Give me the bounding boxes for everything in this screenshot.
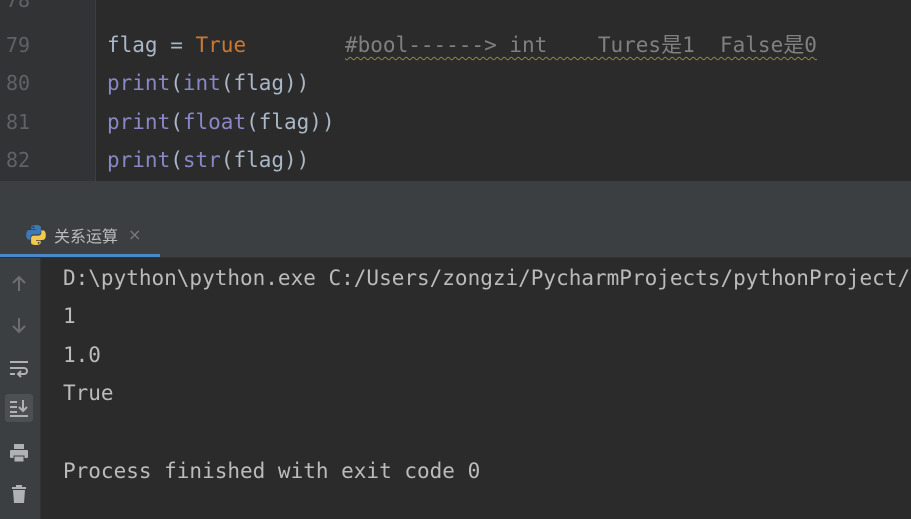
code-token-paren: ( [170, 148, 183, 172]
up-arrow-icon[interactable] [5, 270, 33, 298]
code-token-builtin: print [107, 110, 171, 134]
line-number: 79 [6, 33, 31, 57]
tab-label: 关系运算 [54, 226, 119, 246]
scroll-to-end-icon[interactable] [5, 394, 33, 422]
print-icon[interactable] [5, 439, 33, 467]
code-token-builtin: print [107, 148, 171, 172]
code-line-81[interactable]: print(float(flag)) [107, 103, 335, 141]
console-line: Process finished with exit code 0 [63, 459, 481, 483]
line-number: 81 [6, 110, 31, 134]
code-token-paren: ( [170, 71, 183, 95]
console-output[interactable]: D:\python\python.exe C:/Users/zongzi/Pyc… [41, 258, 911, 519]
code-line-79[interactable]: flag = True #bool------> int Tures是1 Fals… [107, 26, 817, 64]
code-token-args: (flag)) [220, 148, 310, 172]
code-token-paren: ( [170, 110, 183, 134]
code-token-builtin: print [107, 71, 171, 95]
trash-icon[interactable] [5, 480, 33, 508]
down-arrow-icon[interactable] [5, 311, 33, 339]
console-line: D:\python\python.exe C:/Users/zongzi/Pyc… [63, 266, 911, 290]
console-line: 1 [63, 304, 76, 328]
python-icon [24, 223, 48, 247]
code-token-builtin: str [182, 148, 221, 172]
code-token-keyword: True [195, 33, 247, 57]
soft-wrap-icon[interactable] [5, 354, 33, 382]
console-line: True [63, 381, 114, 405]
line-number-gutter: 78 79 80 81 82 [0, 0, 96, 181]
code-editor[interactable]: 78 79 80 81 82 flag = True #bool------> i… [0, 0, 911, 181]
code-token-args: (flag)) [220, 71, 310, 95]
code-line-82[interactable]: print(str(flag)) [107, 141, 309, 179]
code-token-variable: flag [107, 33, 158, 57]
close-icon[interactable]: × [128, 225, 141, 244]
code-token-args: (flag)) [246, 110, 335, 134]
line-number: 78 [6, 0, 31, 12]
code-token-builtin: float [182, 110, 247, 134]
panel-splitter[interactable] [0, 181, 911, 215]
line-number: 82 [6, 148, 31, 172]
code-token-builtin: int [182, 71, 221, 95]
console-line: 1.0 [63, 343, 101, 367]
code-line-80[interactable]: print(int(flag)) [107, 64, 309, 102]
code-comment: #bool------> int Tures是1 False是0 [345, 33, 817, 57]
run-tool-window-tabs: 关系运算 × [0, 215, 911, 258]
tab-run-config[interactable]: 关系运算 × [0, 215, 160, 257]
line-number: 80 [6, 71, 31, 95]
run-toolbar [0, 258, 41, 519]
code-token-operator: = [157, 33, 196, 57]
